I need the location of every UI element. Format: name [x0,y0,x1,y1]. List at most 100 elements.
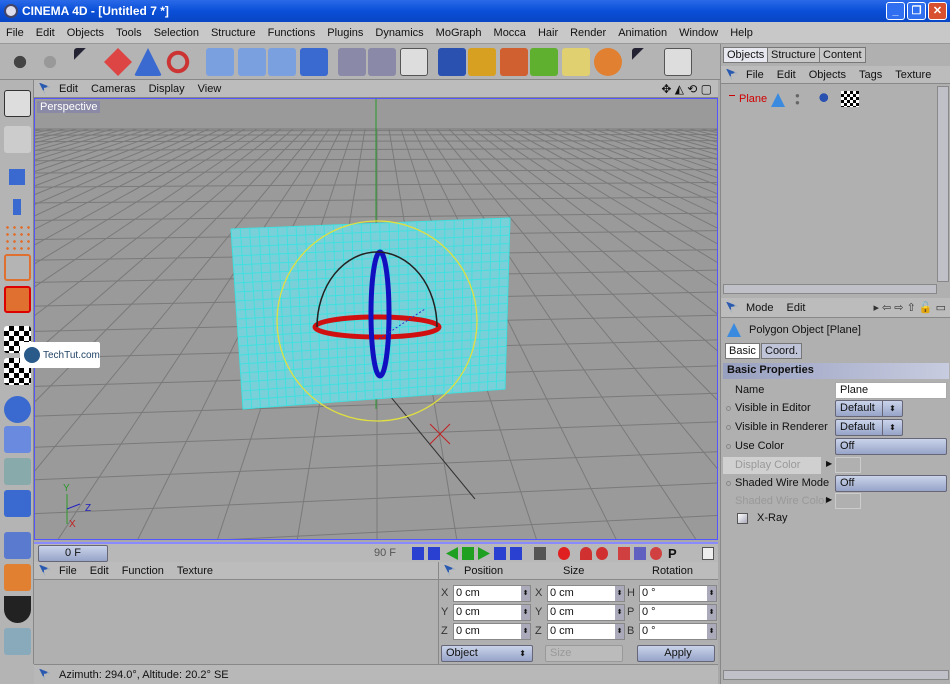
render-picture-viewer-icon[interactable] [368,48,396,76]
shaded-wire-color-swatch[interactable] [835,493,861,509]
menu-functions[interactable]: Functions [268,27,316,39]
material-pin-icon[interactable] [39,564,51,577]
rotation-p-field[interactable]: 0 ° ⬍ [639,604,717,621]
play-forward-icon[interactable] [478,547,490,560]
points-mode-icon[interactable] [4,224,31,251]
redo-icon[interactable] [36,48,64,76]
undo-icon[interactable] [6,48,34,76]
coordinates-pin-icon[interactable] [444,564,456,577]
texture-tag-icon[interactable] [841,91,859,107]
menu-plugins[interactable]: Plugins [327,27,363,39]
apply-button[interactable]: Apply [637,645,715,662]
array-icon[interactable] [530,48,558,76]
object-menu-objects[interactable]: Objects [809,69,846,81]
visible-in-editor-dropdown[interactable]: Default ⬍ [835,400,903,417]
spinner-icon[interactable]: ⬍ [707,605,716,620]
spline-icon[interactable] [468,48,496,76]
object-item-plane[interactable]: Plane [729,92,799,108]
menu-render[interactable]: Render [570,27,606,39]
rotation-key-icon[interactable] [650,547,662,560]
maximize-button[interactable]: ❐ [907,2,926,20]
attribute-pin-icon[interactable] [726,301,738,314]
help-icon[interactable] [664,48,692,76]
rotation-h-field[interactable]: 0 ° ⬍ [639,585,717,602]
spinner-icon[interactable]: ⬍ [707,586,716,601]
particles-icon[interactable] [4,628,31,655]
attribute-menu-edit[interactable]: Edit [787,302,806,314]
y-axis-lock-icon[interactable] [238,48,266,76]
layout-icon[interactable] [4,90,31,117]
render-view-icon[interactable] [338,48,366,76]
xray-checkbox[interactable] [737,513,748,524]
scale-icon[interactable] [134,48,162,76]
minimize-button[interactable]: _ [886,2,905,20]
rotate-icon[interactable] [164,48,192,76]
object-name[interactable]: Plane [739,93,767,105]
attribute-nav-icons[interactable]: ▸ ⇦ ⇨ ⇧ 🔓 ▭ [873,301,946,314]
menu-tools[interactable]: Tools [116,27,142,39]
render-settings-icon[interactable] [400,48,428,76]
visibility-dots-icon[interactable]: ● ● [795,92,800,107]
solo-icon[interactable] [4,564,31,591]
viewport-nav-icons[interactable]: ✥ ◭ ⟲ ▢ [661,82,712,96]
shaded-wire-mode-dropdown[interactable]: Off [835,475,947,492]
name-input[interactable]: Plane [835,382,947,399]
object-menu-texture[interactable]: Texture [895,69,931,81]
rotation-b-field[interactable]: 0 ° ⬍ [639,623,717,640]
viewport-menu-display[interactable]: Display [149,83,185,95]
z-axis-lock-icon[interactable] [268,48,296,76]
position-y-field[interactable]: 0 cm ⬍ [453,604,531,621]
position-x-field[interactable]: 0 cm ⬍ [453,585,531,602]
parameter-key-icon[interactable]: P [668,547,680,560]
display-color-swatch[interactable] [835,457,861,473]
tab-content[interactable]: Content [819,47,866,63]
object-menu-file[interactable]: File [746,69,764,81]
scale-key-icon[interactable] [634,547,646,560]
menu-edit[interactable]: Edit [36,27,55,39]
object-vertical-scrollbar[interactable] [937,86,949,282]
nurbs-icon[interactable] [500,48,528,76]
scene-object-icon[interactable] [594,48,622,76]
tab-coord[interactable]: Coord. [761,343,803,359]
xray-icon[interactable] [4,596,31,623]
size-x-field[interactable]: 0 cm ⬍ [547,585,625,602]
spinner-icon[interactable]: ⬍ [521,624,530,639]
menu-objects[interactable]: Objects [67,27,104,39]
timeline-options-icon[interactable] [702,547,714,560]
autokey-icon[interactable] [580,547,592,560]
edit-render-icon[interactable] [4,532,31,559]
sound-icon[interactable] [534,547,546,560]
coordinate-mode-dropdown[interactable]: Object ⬍ [441,645,533,662]
use-model-tool-icon[interactable] [4,126,31,153]
tab-basic[interactable]: Basic [725,343,760,359]
menu-file[interactable]: File [6,27,24,39]
material-menu-texture[interactable]: Texture [177,565,213,577]
object-horizontal-scrollbar[interactable] [723,284,937,294]
menu-help[interactable]: Help [730,27,753,39]
coordinate-system-icon[interactable] [300,48,328,76]
workplane-icon[interactable] [4,490,31,517]
attribute-horizontal-scrollbar[interactable] [723,670,949,680]
cube-primitive-icon[interactable] [438,48,466,76]
stop-icon[interactable] [462,547,474,560]
next-key-icon[interactable] [494,547,506,560]
spinner-icon[interactable]: ⬍ [707,624,716,639]
spinner-icon[interactable]: ⬍ [615,586,624,601]
move-icon[interactable] [104,48,132,76]
viewport-pin-icon[interactable] [39,82,51,95]
size-z-field[interactable]: 0 cm ⬍ [547,623,625,640]
position-key-icon[interactable] [618,547,630,560]
object-menu-edit[interactable]: Edit [777,69,796,81]
size-y-field[interactable]: 0 cm ⬍ [547,604,625,621]
use-object-tool-icon[interactable] [4,164,31,191]
keyframe-selection-icon[interactable] [596,547,608,560]
object-menu-tags[interactable]: Tags [859,69,882,81]
menu-window[interactable]: Window [679,27,718,39]
deformer-icon[interactable] [562,48,590,76]
object-pin-icon[interactable] [726,68,738,81]
select-arrow-icon[interactable] [74,48,102,76]
position-z-field[interactable]: 0 cm ⬍ [453,623,531,640]
menu-selection[interactable]: Selection [154,27,199,39]
viewport-menu-cameras[interactable]: Cameras [91,83,136,95]
menu-animation[interactable]: Animation [618,27,667,39]
